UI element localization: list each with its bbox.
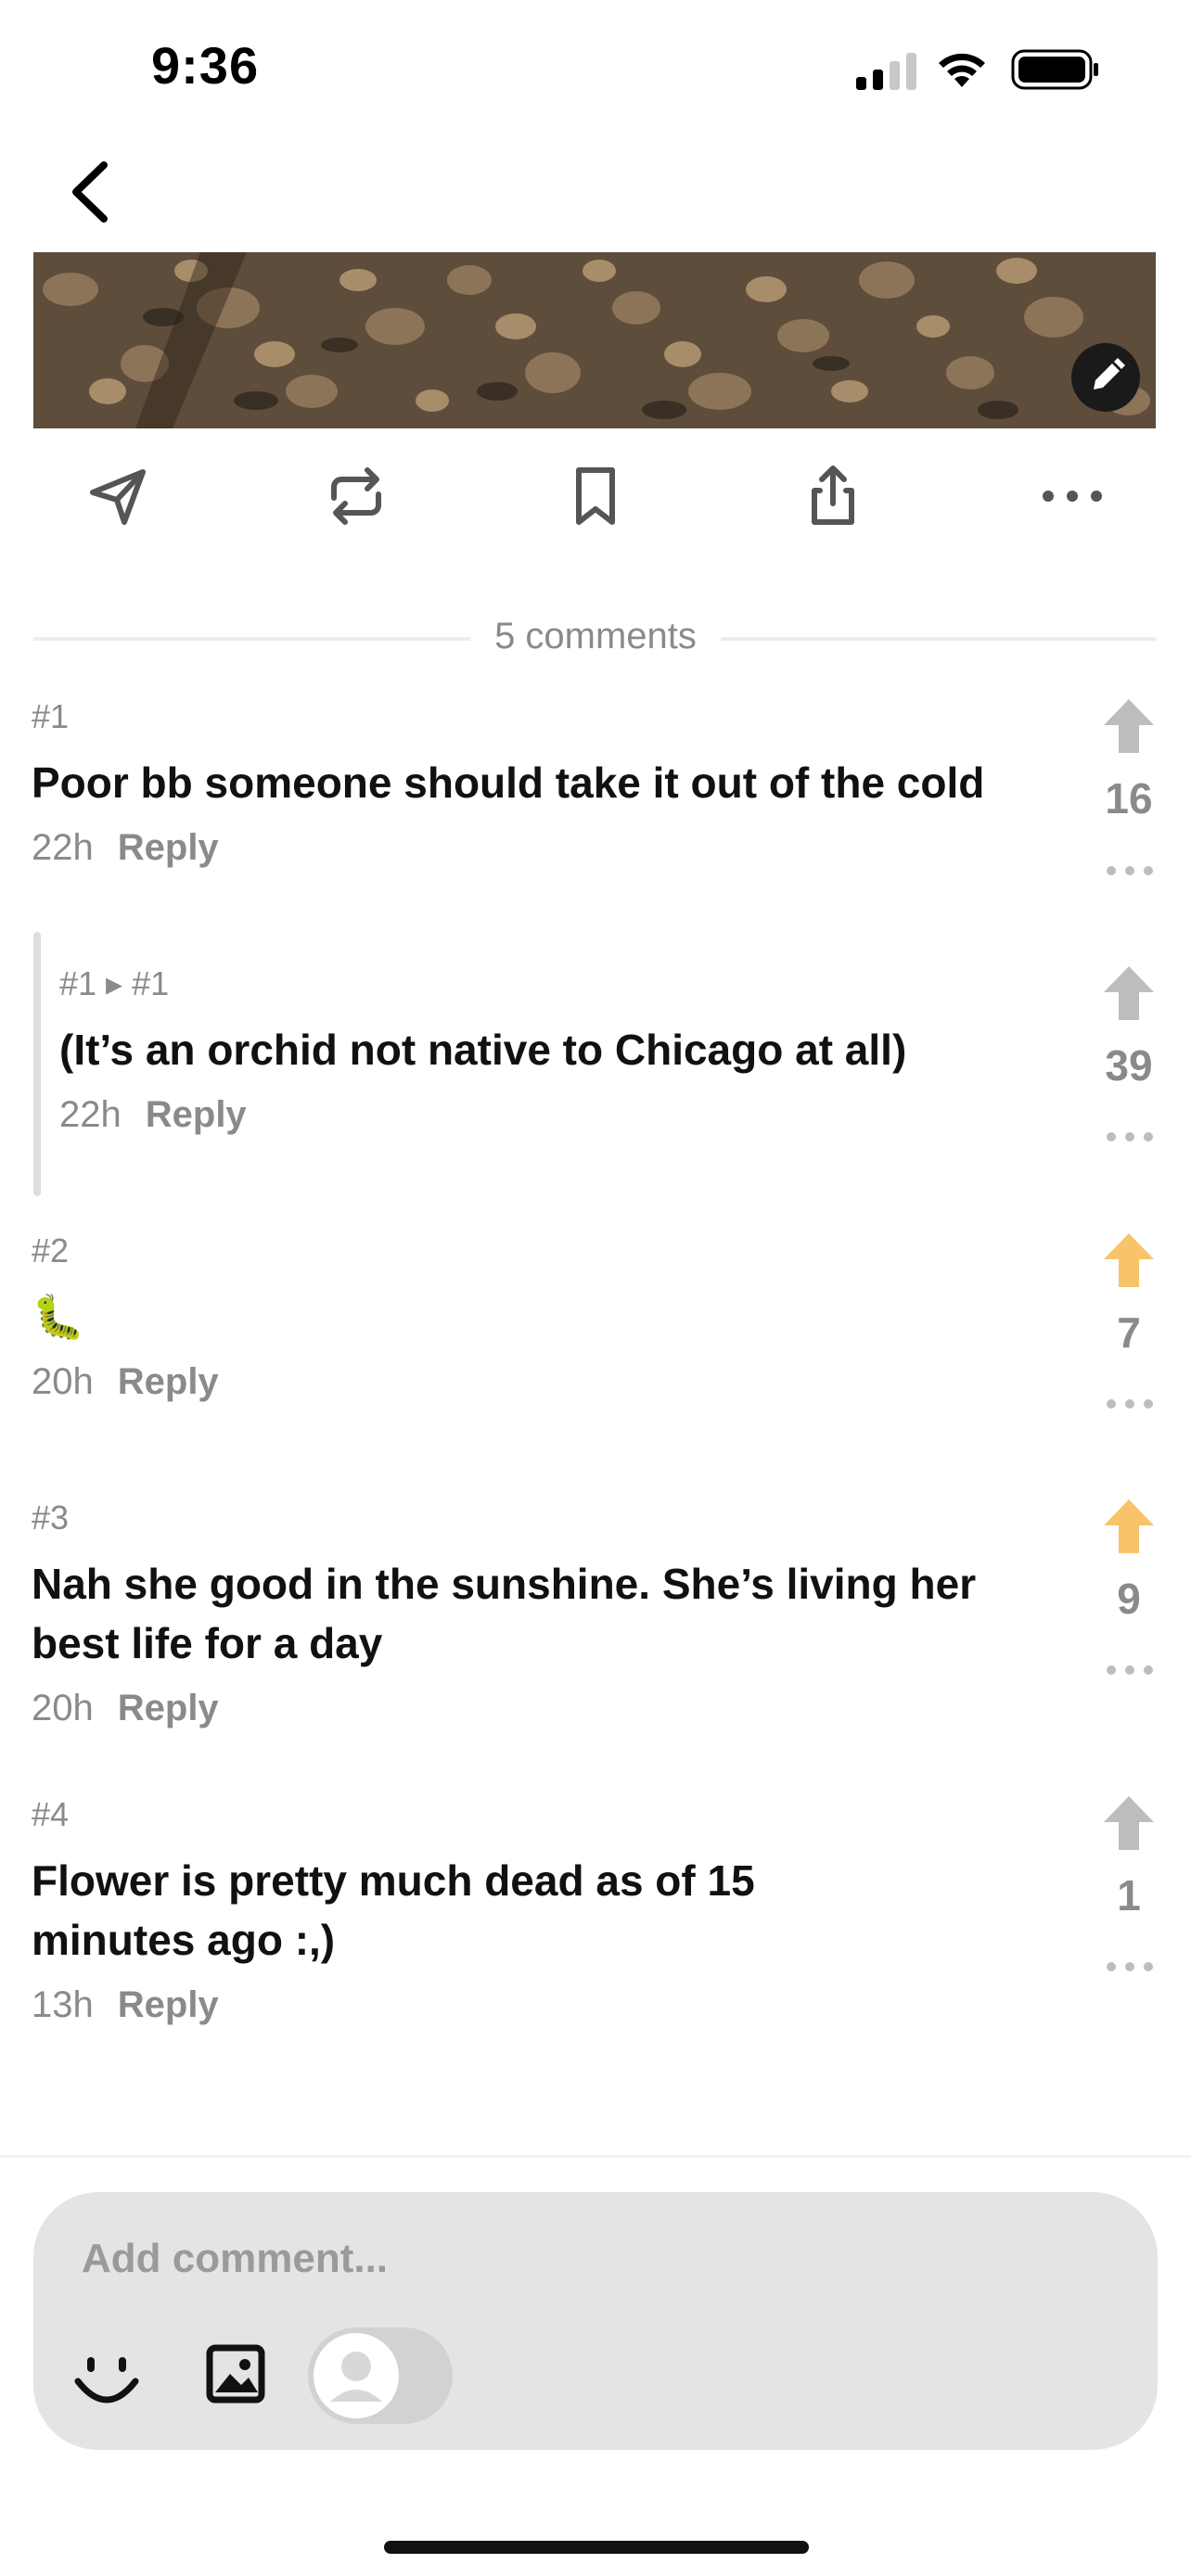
comment-more-icon[interactable] [1104,1661,1156,1679]
comment-number: #2 [32,1231,70,1269]
comment-age: 22h [32,827,94,868]
comment-more-icon[interactable] [1104,861,1156,880]
comment-text: 🐛 [32,1293,85,1341]
battery-icon [1011,49,1098,90]
reply-button[interactable]: Reply [118,1984,219,2025]
comment-meta: 22h Reply [59,1094,247,1136]
comment-age: 13h [32,1984,94,2025]
vote-count: 9 [1117,1575,1141,1623]
vote-count: 16 [1105,774,1153,823]
upvote-arrow-icon[interactable] [1100,695,1158,757]
comment-age: 20h [32,1688,94,1728]
reply-button[interactable]: Reply [118,1688,219,1728]
upvote-arrow-icon[interactable] [1100,963,1158,1024]
share-icon[interactable] [796,459,870,533]
anonymous-toggle[interactable] [308,2327,453,2424]
wifi-icon [939,53,985,87]
composer-separator [0,2155,1191,2158]
comment-more-icon[interactable] [1104,1395,1156,1413]
comment-more-icon[interactable] [1104,1128,1156,1146]
comment-meta: 13h Reply [32,1984,219,2026]
comment-text: Poor bb someone should take it out of th… [32,759,985,807]
comment-text: Nah she good in the sunshine. She’s livi… [32,1560,977,1667]
avatar-toggle-icon [314,2333,399,2418]
comment-number: #1 [32,697,70,735]
comment-age: 22h [59,1094,122,1135]
vote-count: 7 [1117,1308,1141,1357]
comments-count: 5 comments [0,616,1191,657]
status-time: 9:36 [151,36,260,95]
comment-number: #3 [32,1498,70,1537]
home-indicator [384,2541,809,2554]
more-horizontal-icon[interactable] [1035,459,1109,533]
send-paper-plane-icon[interactable] [82,459,156,533]
edit-photo-button[interactable] [1071,343,1140,412]
smiley-icon[interactable] [72,2344,141,2413]
comment-text: (It’s an orchid not native to Chicago at… [59,1026,907,1074]
back-chevron-icon[interactable] [65,158,121,226]
image-icon[interactable] [206,2344,265,2404]
post-photo [33,252,1156,428]
comment-age: 20h [32,1361,94,1402]
reply-button[interactable]: Reply [118,1361,219,1402]
upvote-arrow-icon[interactable] [1100,1496,1158,1557]
comment-meta: 22h Reply [32,827,219,869]
upvote-arrow-icon[interactable] [1100,1792,1158,1854]
reply-button[interactable]: Reply [118,827,219,868]
vote-count: 39 [1105,1041,1153,1090]
repost-icon[interactable] [319,459,393,533]
pencil-icon [1094,358,1125,389]
comment-number: #4 [32,1795,70,1833]
comment-more-icon[interactable] [1104,1958,1156,1976]
upvote-arrow-icon[interactable] [1100,1230,1158,1291]
thread-indent-bar [33,932,41,1196]
add-comment-input[interactable] [80,2230,1104,2288]
comment-number: #1 ▸ #1 [59,964,170,1002]
comment-meta: 20h Reply [32,1688,219,1729]
comment-text: Flower is pretty much dead as of 15 minu… [32,1856,755,1964]
bookmark-icon[interactable] [558,459,633,533]
vote-count: 1 [1117,1871,1141,1919]
comment-meta: 20h Reply [32,1361,219,1403]
reply-button[interactable]: Reply [146,1094,247,1135]
gravel-photo-image [33,252,1156,428]
cellular-signal-icon [856,53,916,90]
